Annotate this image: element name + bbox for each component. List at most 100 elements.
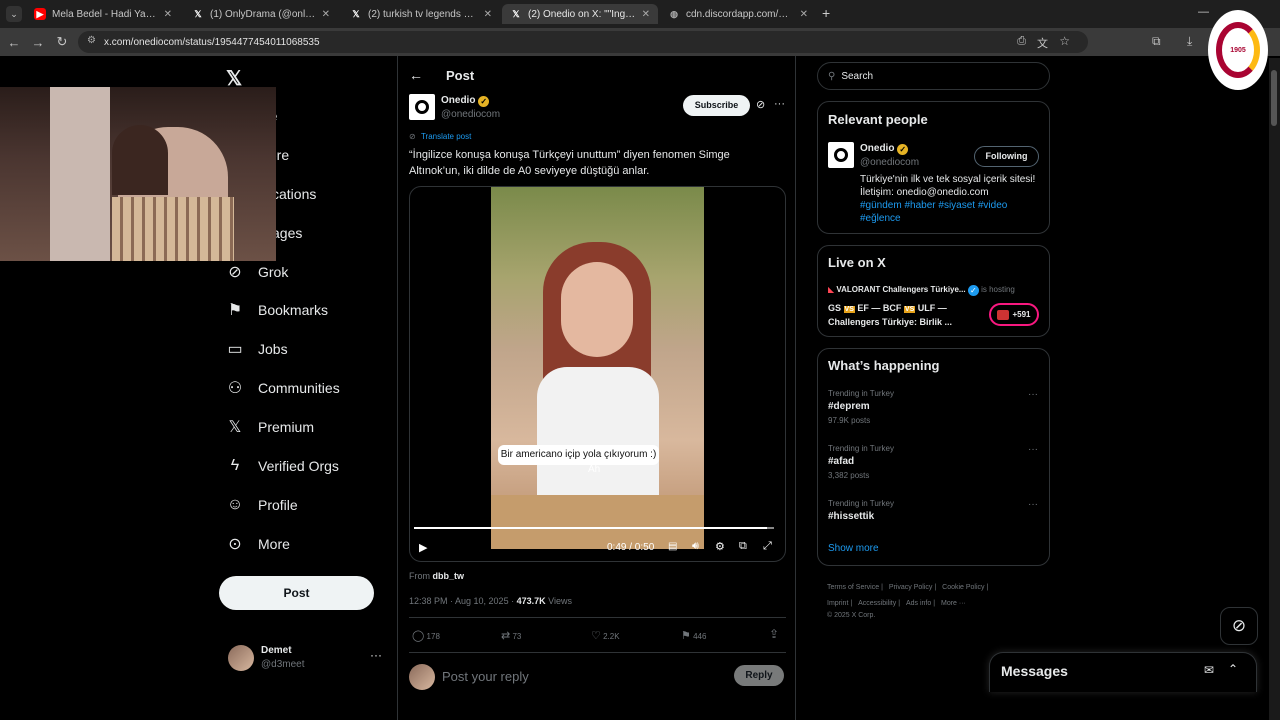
trend-item[interactable]: Trending in Turkey #afad 3,382 posts ··· (828, 444, 1040, 488)
source-user-link[interactable]: dbb_tw (433, 571, 465, 581)
live-event-title[interactable]: GS VS EF — BCF VS ULF — Challengers Türk… (828, 302, 978, 329)
browser-tab[interactable]: ◍ cdn.discordapp.com/attachmen ✕ (660, 4, 816, 24)
new-tab-button[interactable]: + (822, 5, 830, 21)
search-icon: ⚲ (828, 70, 836, 82)
extensions-icon[interactable]: ⧉ (1152, 34, 1161, 49)
video-subcaption: Ah (588, 464, 601, 475)
x-logo-icon: 𝕏 (228, 419, 242, 436)
share-icon[interactable]: ⇪ (769, 627, 779, 641)
address-bar[interactable]: ⚙ x.com/onediocom/status/195447745401106… (78, 31, 1088, 53)
more-icon[interactable]: ··· (1028, 499, 1038, 510)
listeners-pill[interactable]: +591 (989, 303, 1039, 326)
nav-label: Profile (258, 497, 298, 513)
compose-post-button[interactable]: Post (219, 576, 374, 610)
bookmark-action[interactable]: ⚑ 446 (681, 629, 706, 642)
account-switcher[interactable]: Demet @d3meet ··· (226, 642, 386, 678)
tab-title: Mela Bedel - Hadi Yallah (Offici (52, 8, 158, 20)
relevant-avatar[interactable] (828, 142, 854, 168)
nav-grok[interactable]: ⊘ Grok (226, 260, 288, 284)
reply-action[interactable]: ◯ 178 (412, 629, 440, 642)
author-avatar[interactable] (409, 94, 435, 120)
nav-more[interactable]: ⊙ More (226, 532, 290, 556)
scrollbar-thumb[interactable] (1271, 70, 1277, 126)
back-icon[interactable]: ← (2, 35, 26, 50)
speaker-avatar (997, 309, 1010, 320)
install-icon[interactable]: ⎙ (1017, 35, 1026, 48)
browser-tab[interactable]: 𝕏 (1) OnlyDrama (@onlydramaX) ✕ (184, 4, 338, 24)
messages-drawer[interactable]: Messages ✉ ⌃ (989, 652, 1257, 692)
relevant-name-row[interactable]: Onedio ✓ (860, 143, 909, 155)
site-info-icon[interactable]: ⚙ (87, 35, 96, 46)
footer-links: Terms of Service | Privacy Policy | Cook… (827, 584, 989, 619)
play-icon[interactable]: ▶ (419, 541, 427, 554)
forward-icon[interactable]: → (26, 35, 50, 50)
trend-name: #deprem (828, 401, 870, 412)
more-icon[interactable]: ··· (1028, 444, 1038, 455)
trend-item[interactable]: Trending in Turkey #deprem 97.9K posts ·… (828, 389, 1040, 433)
author-name-row[interactable]: Onedio ✓ (441, 95, 490, 107)
following-button[interactable]: Following (974, 146, 1039, 167)
close-icon[interactable]: ✕ (164, 9, 172, 20)
more-icon[interactable]: ··· (774, 98, 785, 110)
footer-link[interactable]: More ··· (941, 600, 966, 607)
tab-search-button[interactable]: ⌄ (6, 6, 22, 22)
reply-button[interactable]: Reply (734, 665, 784, 686)
fullscreen-icon[interactable]: ⤢ (763, 540, 772, 553)
live-host-row[interactable]: ◣ VALORANT Challengers Türkiye... ✓ is h… (828, 285, 1015, 296)
browser-tab[interactable]: ▶ Mela Bedel - Hadi Yallah (Offici ✕ (26, 4, 180, 24)
like-action[interactable]: ♡ 2.2K (591, 629, 620, 642)
settings-icon[interactable]: ⚙ (715, 540, 725, 553)
grok-icon: ⊘ (228, 264, 242, 281)
nav-communities[interactable]: ⚇ Communities (226, 376, 340, 400)
reload-icon[interactable]: ↻ (50, 34, 74, 50)
event-subtitle: Challengers Türkiye: Birlik ... (828, 317, 953, 327)
footer-link[interactable]: Ads info (906, 600, 931, 607)
nav-jobs[interactable]: ▭ Jobs (226, 337, 287, 361)
grok-floating-button[interactable]: ⊘ (1220, 607, 1258, 645)
download-icon[interactable]: ⤓ (1187, 34, 1192, 49)
nav-premium[interactable]: 𝕏 Premium (226, 415, 314, 439)
grok-icon: ⊘ (409, 132, 416, 141)
translate-post-link[interactable]: ⊘ Translate post (409, 132, 471, 141)
volume-icon[interactable]: 🔊︎ (692, 540, 699, 553)
more-icon[interactable]: ··· (370, 648, 382, 662)
search-input[interactable]: ⚲ Search (817, 62, 1050, 90)
heart-icon: ♡ (591, 630, 601, 642)
relevant-hashtags[interactable]: #gündem #haber #siyaset #video #eğlence (860, 199, 1042, 225)
subscribe-button[interactable]: Subscribe (683, 95, 750, 116)
grok-icon[interactable]: ⊘ (756, 98, 765, 111)
close-icon[interactable]: ✕ (642, 9, 650, 20)
captions-icon[interactable]: ▤ (668, 541, 677, 552)
page-scrollbar[interactable] (1269, 58, 1280, 720)
more-icon[interactable]: ··· (1028, 389, 1038, 400)
browser-tab[interactable]: 𝕏 (2) turkish tv legends on X: "Bu ✕ (342, 4, 500, 24)
footer-link[interactable]: Imprint (827, 600, 848, 607)
close-icon[interactable]: ✕ (800, 9, 808, 20)
minimize-button[interactable]: — (1198, 6, 1209, 18)
translate-icon[interactable]: 文 (1037, 35, 1048, 51)
close-icon[interactable]: ✕ (322, 9, 330, 20)
new-message-icon[interactable]: ✉ (1204, 663, 1214, 677)
nav-verified-orgs[interactable]: ϟ Verified Orgs (226, 454, 339, 478)
footer-link[interactable]: Cookie Policy (942, 584, 984, 591)
star-icon[interactable]: ☆ (1059, 34, 1070, 48)
bookmark-count: 446 (693, 632, 707, 641)
trend-item[interactable]: Trending in Turkey #hissettik ··· (828, 499, 1040, 529)
expand-icon[interactable]: ⌃ (1228, 662, 1238, 676)
back-arrow-icon[interactable]: ← (409, 67, 423, 83)
close-icon[interactable]: ✕ (484, 9, 492, 20)
nav-profile[interactable]: ☺ Profile (226, 493, 298, 517)
show-more-link[interactable]: Show more (828, 543, 879, 554)
pip-icon[interactable]: ⧉ (739, 540, 747, 553)
footer-link[interactable]: Accessibility (858, 600, 896, 607)
reply-input[interactable]: Post your reply (442, 669, 529, 684)
footer-link[interactable]: Privacy Policy (889, 584, 933, 591)
post-timestamp[interactable]: 12:38 PM · Aug 10, 2025 · (409, 596, 517, 606)
repost-action[interactable]: ⇄ 73 (501, 629, 521, 642)
video-progress-track[interactable] (414, 527, 774, 529)
browser-tab-active[interactable]: 𝕏 (2) Onedio on X: ""İngilizce kon ✕ (502, 4, 658, 24)
verified-badge-icon: ✓ (478, 96, 490, 107)
video-player[interactable]: Bir americano içip yola çıkıyorum :) Ah … (409, 186, 786, 562)
footer-link[interactable]: Terms of Service (827, 584, 879, 591)
nav-bookmarks[interactable]: ⚑ Bookmarks (226, 298, 328, 322)
